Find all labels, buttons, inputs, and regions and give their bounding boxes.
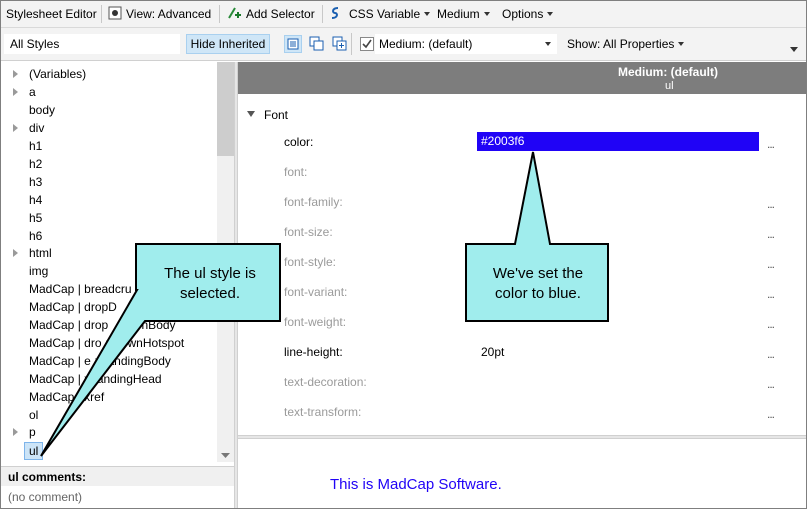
callout-overlay: [40, 151, 609, 457]
callout-right-text: We've set the color to blue.: [492, 265, 584, 302]
callout-left-text: The ul style is selected.: [164, 265, 256, 302]
